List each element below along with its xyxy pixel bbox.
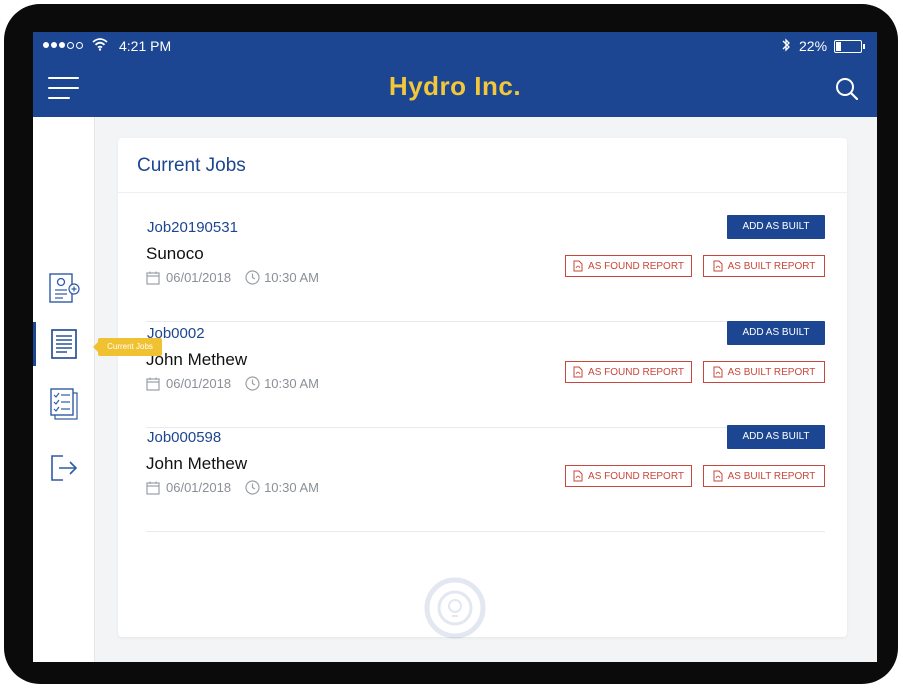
pdf-icon	[573, 470, 583, 482]
tablet-frame: 4:21 PM 22% Hydro Inc. Current Jobs Curr…	[4, 4, 898, 684]
as-built-report-button[interactable]: AS BUILT REPORT	[703, 255, 825, 277]
as-found-report-button[interactable]: AS FOUND REPORT	[565, 255, 692, 277]
as-found-report-button[interactable]: AS FOUND REPORT	[565, 465, 692, 487]
clock-icon	[245, 376, 260, 391]
as-built-report-label: AS BUILT REPORT	[727, 260, 816, 272]
sidebar-item-logout[interactable]	[33, 446, 94, 490]
pdf-icon	[573, 366, 583, 378]
add-as-built-button[interactable]: ADD AS BUILT	[727, 321, 825, 345]
status-time: 4:21 PM	[119, 38, 172, 54]
pdf-icon	[713, 470, 723, 482]
sidebar-item-new-job[interactable]	[33, 266, 94, 310]
clock-icon	[245, 480, 260, 495]
status-bar: 4:21 PM 22%	[33, 32, 877, 60]
divider	[118, 192, 847, 193]
cell-signal-icon	[43, 42, 83, 49]
job-time: 10:30 AM	[264, 270, 320, 285]
job-row[interactable]: Job0002 John Methew 06/01/2018 10:30 AM …	[146, 321, 825, 428]
app-title: Hydro Inc.	[388, 71, 522, 101]
jobs-panel: Current Jobs Job20190531 Sunoco 06/01/20…	[118, 138, 847, 639]
pdf-icon	[573, 260, 583, 272]
checklist-icon	[49, 388, 78, 420]
as-found-report-label: AS FOUND REPORT	[588, 366, 684, 378]
job-id[interactable]: Job20190531	[147, 219, 238, 236]
job-id[interactable]: Job000598	[147, 429, 221, 446]
sidebar-item-checklists[interactable]	[33, 382, 94, 426]
job-row[interactable]: Job000598 John Methew 06/01/2018 10:30 A…	[146, 425, 825, 532]
as-built-report-button[interactable]: AS BUILT REPORT	[703, 465, 825, 487]
as-built-report-button[interactable]: AS BUILT REPORT	[703, 361, 825, 383]
add-as-built-button[interactable]: ADD AS BUILT	[727, 215, 825, 239]
job-date: 06/01/2018	[166, 270, 232, 285]
calendar-icon	[146, 377, 160, 391]
watermark-logo-icon	[424, 577, 486, 639]
job-time: 10:30 AM	[264, 480, 320, 495]
battery-percent: 22%	[799, 38, 828, 54]
calendar-icon	[146, 481, 160, 495]
add-user-document-icon	[48, 273, 80, 303]
page-title: Current Jobs	[137, 155, 246, 176]
app-header: 4:21 PM 22% Hydro Inc.	[33, 32, 877, 117]
app-screen: 4:21 PM 22% Hydro Inc. Current Jobs Curr…	[33, 32, 877, 662]
logout-icon	[50, 455, 77, 481]
as-found-report-button[interactable]: AS FOUND REPORT	[565, 361, 692, 383]
search-icon[interactable]	[835, 77, 859, 101]
sidebar-item-current-jobs[interactable]	[33, 322, 94, 366]
as-found-report-label: AS FOUND REPORT	[588, 260, 684, 272]
job-row[interactable]: Job20190531 Sunoco 06/01/2018 10:30 AM A…	[146, 215, 825, 322]
sidebar	[33, 117, 95, 662]
bluetooth-icon	[782, 38, 790, 52]
as-built-report-label: AS BUILT REPORT	[727, 470, 816, 482]
job-time: 10:30 AM	[264, 376, 320, 391]
as-found-report-label: AS FOUND REPORT	[588, 470, 684, 482]
add-as-built-button[interactable]: ADD AS BUILT	[727, 425, 825, 449]
pdf-icon	[713, 260, 723, 272]
battery-icon	[834, 40, 865, 53]
document-list-icon	[50, 329, 77, 359]
wifi-icon	[92, 38, 108, 51]
current-jobs-tooltip: Current Jobs	[93, 338, 162, 356]
job-date: 06/01/2018	[166, 376, 232, 391]
pdf-icon	[713, 366, 723, 378]
job-customer: Sunoco	[146, 244, 204, 263]
calendar-icon	[146, 271, 160, 285]
job-meta: 06/01/2018 10:30 AM	[146, 480, 319, 495]
clock-icon	[245, 270, 260, 285]
job-meta: 06/01/2018 10:30 AM	[146, 376, 319, 391]
job-date: 06/01/2018	[166, 480, 232, 495]
job-meta: 06/01/2018 10:30 AM	[146, 270, 319, 285]
job-customer: John Methew	[146, 454, 248, 473]
as-built-report-label: AS BUILT REPORT	[727, 366, 816, 378]
